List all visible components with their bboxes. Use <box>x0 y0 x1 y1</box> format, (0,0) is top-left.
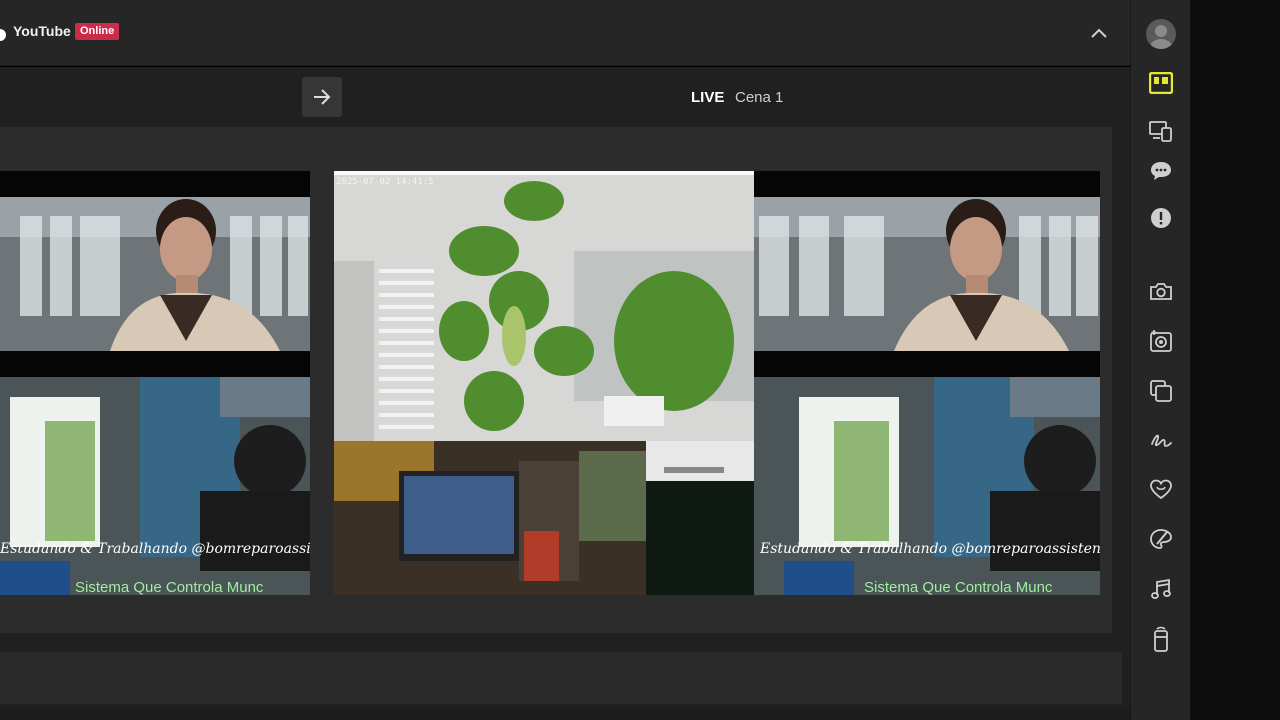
music-icon <box>1151 578 1171 599</box>
main-panel: LIVE Cena 1 Estudando & Trabalhando @bom… <box>0 67 1130 720</box>
preview-middle-image <box>334 171 754 595</box>
header-bar: YouTube Online <box>0 0 1130 66</box>
overlay-text-1-right: Estudando & Trabalhando @bomreparoassist… <box>760 541 1100 557</box>
preview-middle[interactable]: 2025-07-02 14:41:5 <box>334 171 754 595</box>
overlay-text-1: Estudando & Trabalhando @bomreparoassist… <box>0 541 310 557</box>
outer-background <box>1190 0 1280 720</box>
overlay-text-2: Sistema Que Controla Munc <box>75 579 264 595</box>
preview-right-image <box>754 171 1100 595</box>
bottom-strip <box>0 707 1130 720</box>
app-root: YouTube Online LIVE Cena 1 Estudando & T… <box>0 0 1280 720</box>
preview-left-image <box>0 171 310 595</box>
devices-button[interactable] <box>1146 116 1176 146</box>
service-name: YouTube <box>13 23 71 39</box>
avatar[interactable] <box>1146 19 1176 49</box>
scene-name: Cena 1 <box>735 89 784 106</box>
camera-button[interactable] <box>1146 276 1176 306</box>
chevron-up-icon <box>1091 28 1107 38</box>
camera-flip-button[interactable] <box>1146 326 1176 356</box>
preview-left[interactable]: Estudando & Trabalhando @bomreparoassist… <box>0 171 310 595</box>
transition-button[interactable] <box>302 77 342 117</box>
camera-icon <box>1150 283 1172 300</box>
remote-button[interactable] <box>1146 624 1176 654</box>
overlay-text-2-right: Sistema Que Controla Munc <box>864 579 1053 595</box>
layout-button[interactable] <box>1146 68 1176 98</box>
palette-button[interactable] <box>1146 524 1176 554</box>
chat-button[interactable] <box>1146 156 1176 186</box>
chat-icon <box>1151 162 1171 180</box>
signature-button[interactable] <box>1146 426 1176 456</box>
camera-flip-icon <box>1150 330 1172 352</box>
signature-icon <box>1151 434 1172 447</box>
live-label: LIVE <box>691 89 725 106</box>
preview-right[interactable]: Estudando & Trabalhando @bomreparoassist… <box>754 171 1100 595</box>
right-sidebar <box>1130 0 1190 720</box>
devices-icon <box>1149 121 1172 142</box>
music-button[interactable] <box>1146 574 1176 604</box>
heart-icon <box>1150 479 1172 500</box>
preview-area: Estudando & Trabalhando @bomreparoassist… <box>0 127 1112 633</box>
status-badge: Online <box>75 23 120 40</box>
scene-toolbar: LIVE Cena 1 <box>0 67 1130 127</box>
bottom-panel <box>0 652 1122 704</box>
remote-icon <box>1154 626 1168 652</box>
heart-button[interactable] <box>1146 474 1176 504</box>
palette-icon <box>1150 529 1172 549</box>
layers-button[interactable] <box>1146 376 1176 406</box>
youtube-icon <box>0 29 6 41</box>
collapse-button[interactable] <box>1086 20 1112 46</box>
alert-button[interactable] <box>1146 203 1176 233</box>
camera-timestamp: 2025-07-02 14:41:5 <box>336 177 434 187</box>
arrow-right-icon <box>314 89 331 105</box>
layout-icon <box>1149 72 1173 94</box>
alert-icon <box>1151 208 1171 228</box>
layers-icon <box>1150 380 1172 402</box>
